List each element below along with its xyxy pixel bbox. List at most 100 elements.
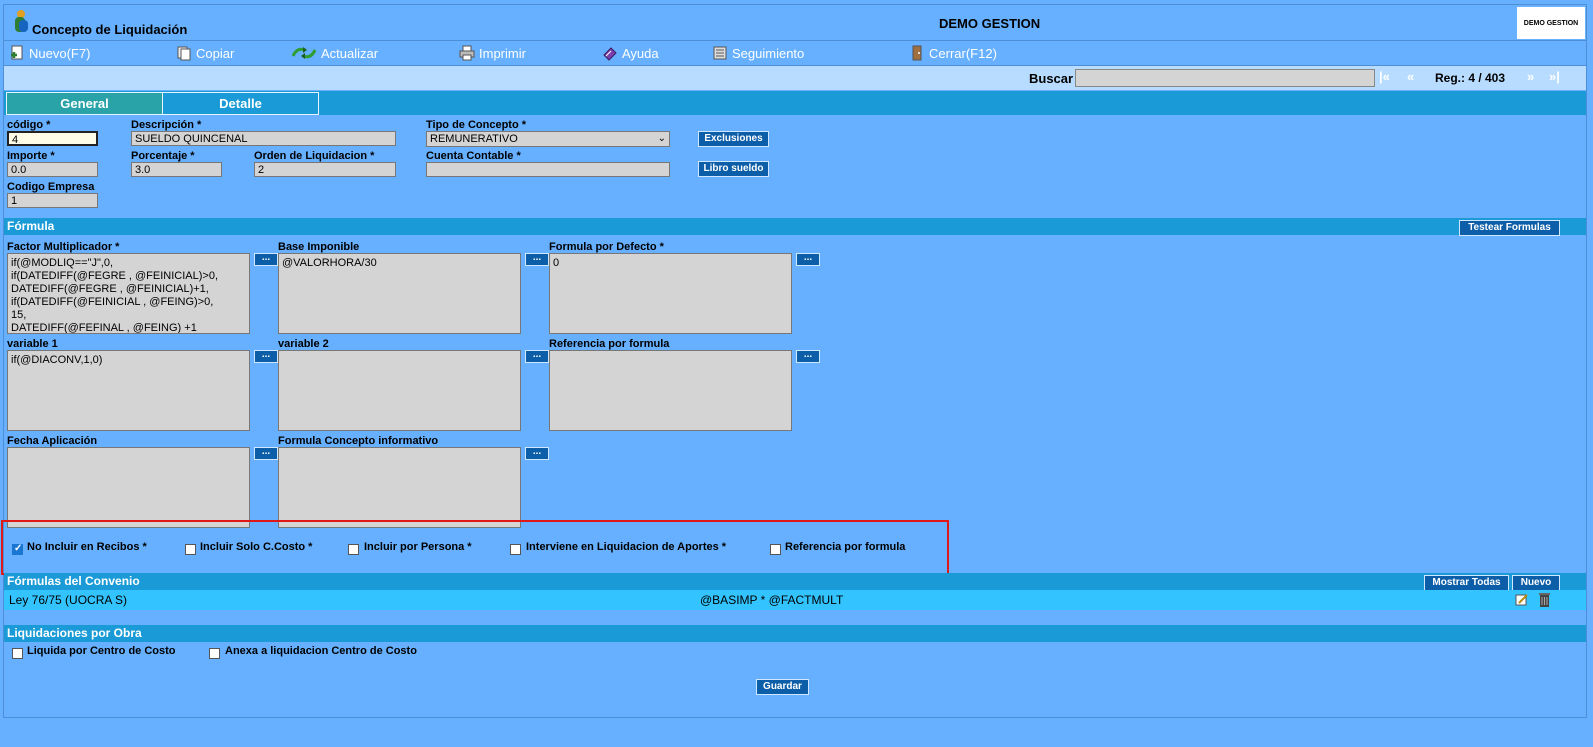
var1-edit-button[interactable]: ...	[254, 350, 278, 363]
toolbar: Nuevo(F7) Copiar Actualizar Imprimir Ayu…	[4, 40, 1586, 66]
fecha-aplicacion-label: Fecha Aplicación	[7, 435, 98, 447]
tipo-concepto-label: Tipo de Concepto *	[426, 119, 527, 131]
referencia-formula-label: Referencia por formula	[785, 541, 906, 553]
convenio-name: Ley 76/75 (UOCRA S)	[9, 593, 128, 607]
informativo-label: Formula Concepto informativo	[278, 435, 439, 447]
centro-costo-checkbox[interactable]	[12, 648, 23, 659]
factor-textarea[interactable]: if(@MODLIQ=="J",0, if(DATEDIFF(@FEGRE , …	[7, 253, 250, 334]
base-label: Base Imponible	[278, 241, 360, 253]
libro-sueldo-button[interactable]: Libro sueldo	[698, 161, 769, 177]
nuevo-formula-button[interactable]: Nuevo	[1512, 575, 1560, 591]
mostrar-todas-button[interactable]: Mostrar Todas	[1424, 575, 1509, 591]
referencia-textarea[interactable]	[549, 350, 792, 431]
brand-logo: DEMO GESTION	[1517, 7, 1585, 39]
base-textarea[interactable]: @VALORHORA/30	[278, 253, 521, 334]
centro-costo-label: Liquida por Centro de Costo	[27, 645, 176, 657]
importe-field[interactable]: 0.0	[7, 162, 98, 177]
codigo-field[interactable]: 4	[7, 131, 98, 146]
no-incluir-recibos-checkbox[interactable]	[12, 543, 23, 555]
chevron-down-icon: ⌄	[657, 133, 666, 144]
testear-formulas-button[interactable]: Testear Formulas	[1459, 220, 1560, 236]
tracking-button[interactable]: Seguimiento	[712, 45, 804, 61]
table-row[interactable]: Ley 76/75 (UOCRA S) @BASIMP * @FACTMULT	[4, 590, 1586, 610]
aportes-checkbox[interactable]	[510, 544, 521, 555]
convenio-section-title: Fórmulas del Convenio	[7, 574, 140, 588]
formula-section-header: Fórmula	[4, 218, 1586, 235]
fecha-edit-button[interactable]: ...	[254, 447, 278, 460]
help-button[interactable]: Ayuda	[602, 45, 659, 61]
convenio-formula: @BASIMP * @FACTMULT	[700, 593, 844, 607]
obra-section-title: Liquidaciones por Obra	[7, 626, 142, 640]
defecto-textarea[interactable]: 0	[549, 253, 792, 334]
base-edit-button[interactable]: ...	[525, 253, 549, 266]
print-button[interactable]: Imprimir	[459, 45, 526, 61]
close-label: Cerrar(F12)	[929, 45, 997, 61]
orden-field[interactable]: 2	[254, 162, 396, 177]
factor-edit-button[interactable]: ...	[254, 253, 278, 266]
defecto-edit-button[interactable]: ...	[796, 253, 820, 266]
close-button[interactable]: Cerrar(F12)	[909, 45, 997, 61]
var2-textarea[interactable]	[278, 350, 521, 431]
tracking-label: Seguimiento	[732, 45, 805, 61]
tab-detalle[interactable]: Detalle	[162, 92, 319, 115]
refresh-button[interactable]: Actualizar	[291, 45, 378, 61]
anexa-checkbox[interactable]	[209, 648, 220, 659]
printer-icon	[459, 45, 475, 61]
por-persona-checkbox[interactable]	[348, 544, 359, 555]
informativo-edit-button[interactable]: ...	[525, 447, 549, 460]
record-indicator: Reg.: 4 / 403	[1435, 71, 1506, 85]
guardar-button[interactable]: Guardar	[756, 679, 809, 695]
formula-section-title: Fórmula	[7, 219, 55, 233]
referencia-label: Referencia por formula	[549, 338, 670, 350]
edit-icon[interactable]	[1514, 592, 1529, 607]
print-label: Imprimir	[479, 45, 526, 61]
tipo-concepto-select[interactable]: REMUNERATIVO ⌄	[426, 131, 670, 147]
refresh-label: Actualizar	[321, 45, 379, 61]
search-label: Buscar	[1029, 71, 1074, 86]
company-name: DEMO GESTION	[939, 16, 1041, 31]
tab-general[interactable]: General	[6, 92, 163, 115]
porcentaje-field[interactable]: 3.0	[131, 162, 222, 177]
last-record-button[interactable]: »|	[1549, 69, 1560, 84]
codigo-label: código *	[7, 119, 51, 131]
var1-textarea[interactable]: if(@DIACONV,1,0)	[7, 350, 250, 431]
defecto-label: Formula por Defecto *	[549, 241, 664, 253]
app-title: Concepto de Liquidación	[32, 22, 188, 37]
tracking-icon	[713, 46, 727, 60]
porcentaje-label: Porcentaje *	[131, 150, 195, 162]
main-window: Concepto de Liquidación DEMO GESTION DEM…	[1, 4, 1587, 718]
factor-label: Factor Multiplicador *	[7, 241, 120, 253]
var2-label: variable 2	[278, 338, 329, 350]
por-persona-label: Incluir por Persona *	[364, 541, 472, 553]
new-button[interactable]: Nuevo(F7)	[9, 45, 90, 61]
fecha-aplicacion-textarea[interactable]	[7, 447, 250, 528]
exclusiones-button[interactable]: Exclusiones	[698, 131, 769, 147]
help-label: Ayuda	[622, 45, 659, 61]
title-bar: Concepto de Liquidación DEMO GESTION DEM…	[4, 5, 1586, 39]
no-incluir-recibos-label: No Incluir en Recibos *	[27, 541, 147, 553]
first-record-button[interactable]: |«	[1379, 69, 1390, 84]
var1-label: variable 1	[7, 338, 58, 350]
new-document-icon	[11, 45, 23, 60]
anexa-label: Anexa a liquidacion Centro de Costo	[225, 645, 417, 657]
cuenta-contable-field[interactable]	[426, 162, 670, 177]
aportes-label: Interviene en Liquidacion de Aportes *	[526, 541, 727, 553]
orden-label: Orden de Liquidacion *	[254, 150, 375, 162]
referencia-formula-checkbox[interactable]	[770, 544, 781, 555]
prev-record-button[interactable]: «	[1407, 69, 1414, 84]
copy-button[interactable]: Copiar	[176, 45, 234, 61]
trash-icon[interactable]	[1537, 591, 1552, 608]
search-input[interactable]	[1075, 69, 1375, 87]
search-bar: Buscar |« « Reg.: 4 / 403 » »|	[4, 66, 1586, 90]
empresa-label: Codigo Empresa	[7, 181, 95, 193]
referencia-edit-button[interactable]: ...	[796, 350, 820, 363]
empresa-field[interactable]: 1	[7, 193, 98, 208]
informativo-textarea[interactable]	[278, 447, 521, 528]
descripcion-label: Descripción *	[131, 119, 202, 131]
descripcion-field[interactable]: SUELDO QUINCENAL	[131, 131, 396, 146]
refresh-icon	[291, 47, 317, 59]
next-record-button[interactable]: »	[1527, 69, 1534, 84]
copy-label: Copiar	[196, 45, 235, 61]
solo-costo-checkbox[interactable]	[185, 544, 196, 555]
var2-edit-button[interactable]: ...	[525, 350, 549, 363]
